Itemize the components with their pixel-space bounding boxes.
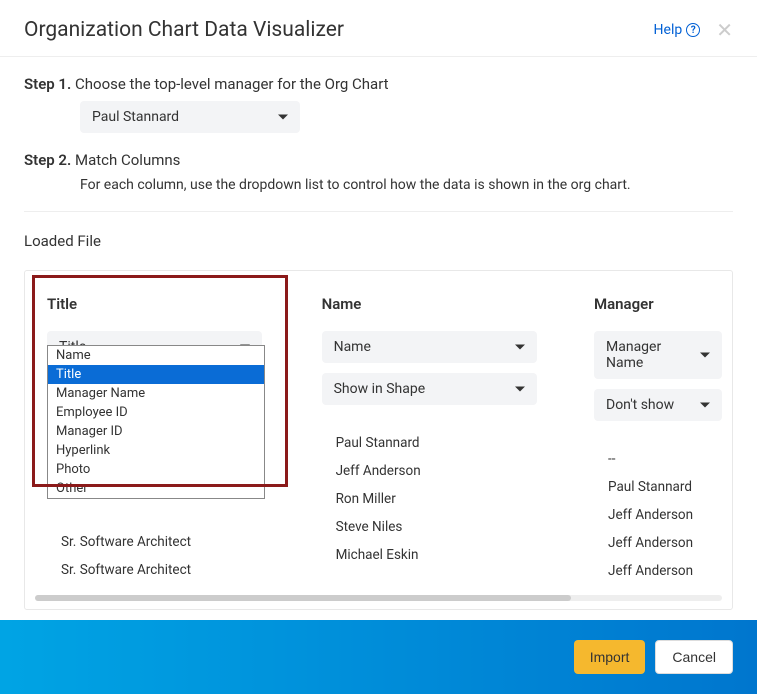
data-cell: Paul Stannard	[322, 429, 592, 457]
data-cell: Jeff Anderson	[594, 501, 722, 529]
col-name-type-select[interactable]: Name	[322, 331, 537, 363]
data-cell: Michael Eskin	[322, 541, 592, 569]
dropdown-option[interactable]: Hyperlink	[48, 441, 264, 460]
dropdown-option[interactable]: Name	[48, 346, 264, 365]
import-button[interactable]: Import	[574, 640, 646, 674]
help-link[interactable]: Help ?	[654, 22, 701, 38]
col-name-header: Name	[322, 295, 592, 313]
data-cell: --	[594, 445, 722, 473]
top-manager-select[interactable]: Paul Stannard	[80, 101, 300, 133]
data-cell: Jeff Anderson	[322, 457, 592, 485]
data-cell: Paul Stannard	[594, 473, 722, 501]
loaded-file-label: Loaded File	[24, 232, 733, 250]
step1-label: Step 1. Choose the top-level manager for…	[24, 75, 733, 93]
scroll-thumb[interactable]	[35, 595, 571, 601]
col-title-header: Title	[47, 295, 314, 313]
file-panel: Title Title NameTitleManager NameEmploye…	[24, 270, 733, 610]
col-manager-display-select[interactable]: Don't show	[594, 389, 722, 421]
col-title-dropdown[interactable]: NameTitleManager NameEmployee IDManager …	[47, 345, 265, 499]
dropdown-option[interactable]: Manager ID	[48, 422, 264, 441]
data-cell: Sr. Software Architect	[47, 528, 314, 556]
cancel-button[interactable]: Cancel	[655, 640, 733, 674]
help-link-text: Help	[654, 22, 683, 38]
data-cell: Sr. Software Architect	[47, 556, 314, 584]
dropdown-option[interactable]: Title	[48, 365, 264, 384]
horizontal-scrollbar[interactable]	[35, 595, 722, 601]
close-icon[interactable]: ✕	[716, 20, 733, 40]
data-cell: Jeff Anderson	[594, 557, 722, 585]
step2-label: Step 2. Match Columns	[24, 151, 733, 169]
data-cell: Jeff Anderson	[594, 529, 722, 557]
data-cell: Ron Miller	[322, 485, 592, 513]
data-cell: Steve Niles	[322, 513, 592, 541]
page-title: Organization Chart Data Visualizer	[24, 18, 344, 42]
col-name-display-select[interactable]: Show in Shape	[322, 373, 537, 405]
step2-desc: For each column, use the dropdown list t…	[80, 177, 733, 193]
dropdown-option[interactable]: Photo	[48, 460, 264, 479]
dropdown-option[interactable]: Other	[48, 479, 264, 498]
dropdown-option[interactable]: Employee ID	[48, 403, 264, 422]
col-manager-type-select[interactable]: Manager Name	[594, 331, 722, 379]
footer: Import Cancel	[0, 620, 757, 694]
dropdown-option[interactable]: Manager Name	[48, 384, 264, 403]
help-icon: ?	[686, 23, 700, 37]
col-manager-header: Manager	[594, 295, 722, 313]
